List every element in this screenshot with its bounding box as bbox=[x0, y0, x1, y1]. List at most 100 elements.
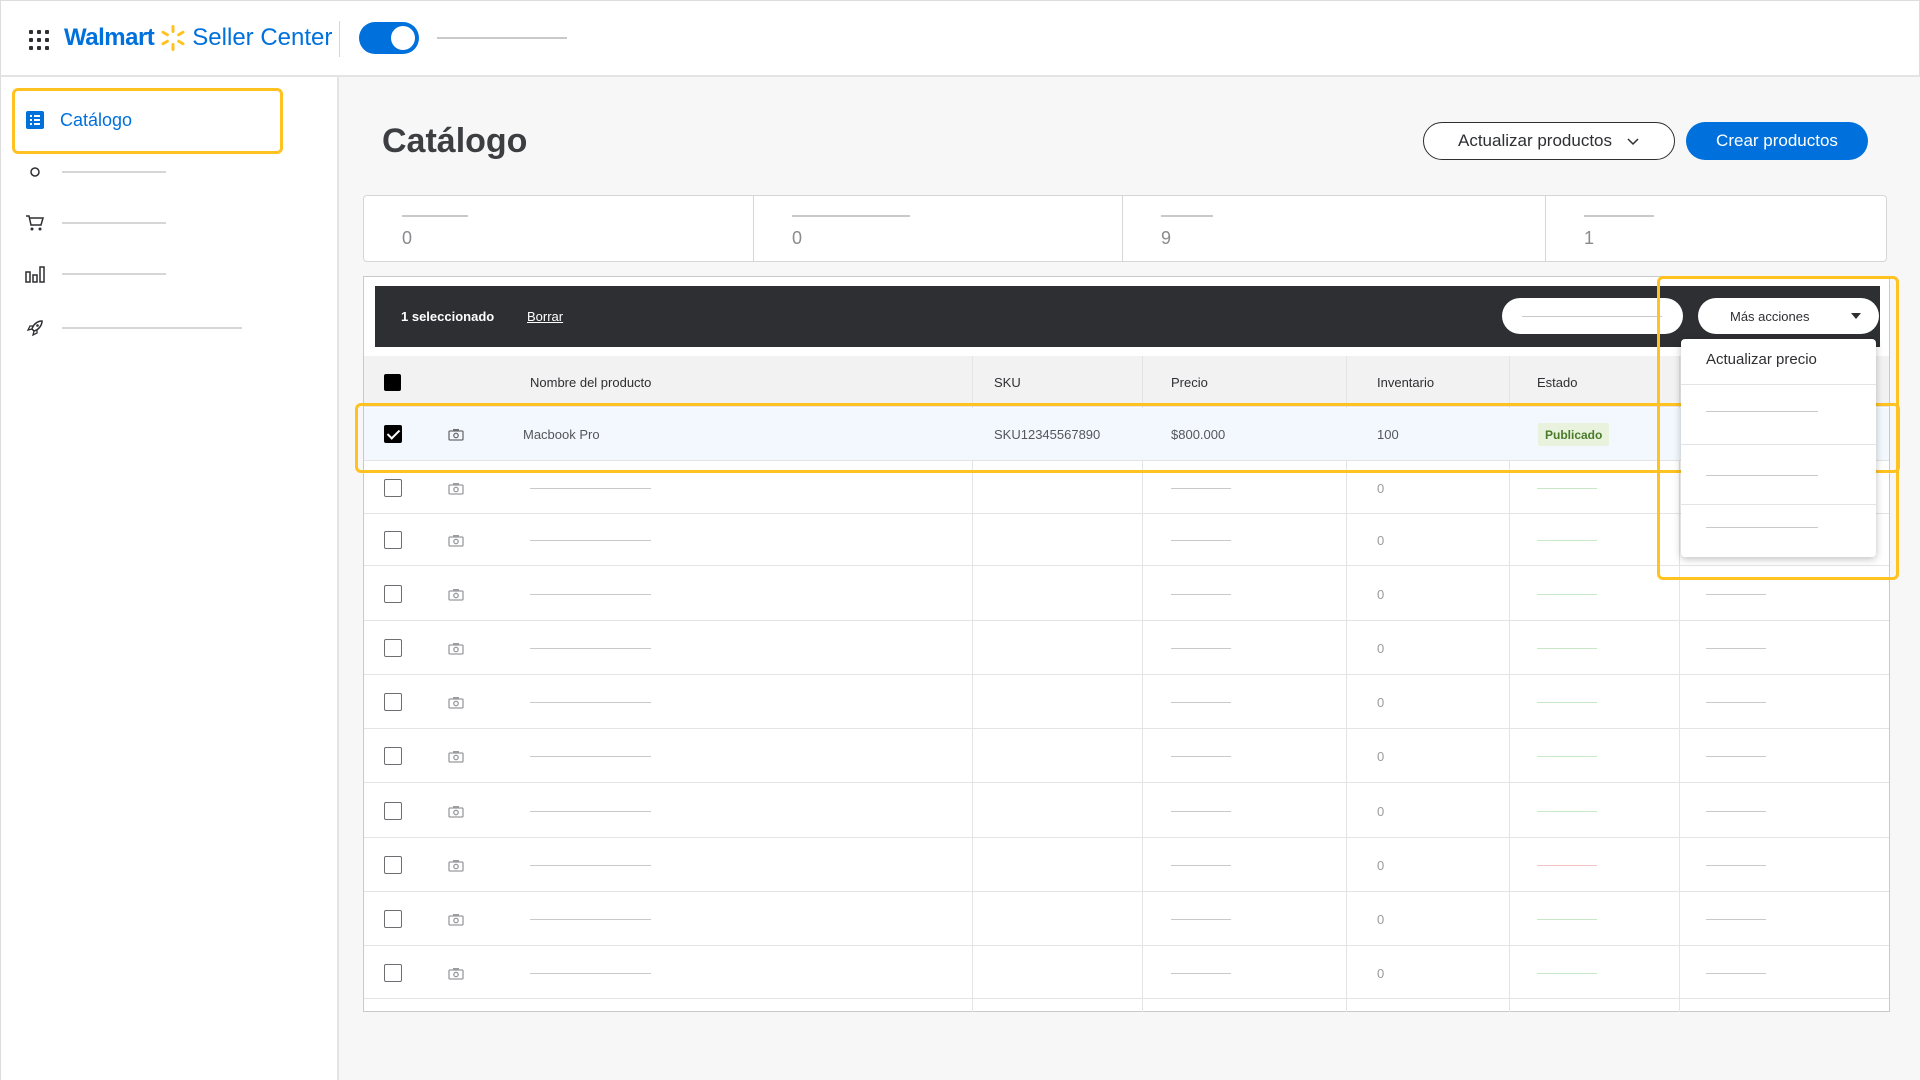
header-toggle[interactable] bbox=[359, 22, 419, 54]
camera-icon bbox=[448, 968, 464, 980]
update-products-button[interactable]: Actualizar productos bbox=[1423, 122, 1675, 160]
bulk-search-input[interactable] bbox=[1502, 298, 1683, 334]
stat-card[interactable]: 9 bbox=[1123, 196, 1546, 261]
dropdown-item[interactable] bbox=[1681, 445, 1876, 505]
dropdown-item-update-price[interactable]: Actualizar precio bbox=[1681, 339, 1876, 385]
bar-chart-icon bbox=[24, 263, 46, 285]
dropdown-item-placeholder bbox=[1706, 475, 1818, 476]
clear-selection-link[interactable]: Borrar bbox=[527, 309, 563, 324]
table-row[interactable]: 0 bbox=[364, 621, 1889, 675]
sidebar-item-catalogo[interactable]: Catálogo bbox=[24, 105, 132, 135]
price-placeholder bbox=[1171, 919, 1231, 920]
price-placeholder bbox=[1171, 811, 1231, 812]
table-row[interactable]: 0 bbox=[364, 514, 1889, 566]
apps-grid-icon[interactable] bbox=[29, 30, 49, 50]
table-row[interactable]: 0 bbox=[364, 461, 1889, 514]
dropdown-item[interactable] bbox=[1681, 505, 1876, 557]
more-actions-button[interactable]: Más acciones bbox=[1698, 298, 1879, 334]
sidebar-item-placeholder bbox=[62, 222, 166, 224]
row-checkbox[interactable] bbox=[384, 531, 402, 549]
sidebar-item-label: Catálogo bbox=[60, 109, 133, 130]
dropdown-item-label: Actualizar precio bbox=[1706, 351, 1817, 368]
camera-icon bbox=[448, 643, 464, 655]
page-title: Catálogo bbox=[382, 122, 528, 160]
status-placeholder bbox=[1537, 756, 1597, 757]
inventory-value: 0 bbox=[1377, 641, 1385, 656]
row-checkbox[interactable] bbox=[384, 693, 402, 711]
table-row[interactable]: 0 bbox=[364, 946, 1889, 999]
column-header-sku[interactable]: SKU bbox=[994, 375, 1021, 390]
action-placeholder bbox=[1706, 811, 1766, 812]
camera-icon bbox=[448, 483, 464, 495]
sidebar-item-4[interactable] bbox=[24, 313, 242, 343]
name-placeholder bbox=[530, 488, 651, 489]
stat-card[interactable]: 0 bbox=[364, 196, 754, 261]
stats-bar: 0 0 9 1 bbox=[363, 195, 1887, 262]
table-row[interactable]: 0 bbox=[364, 892, 1889, 946]
sidebar-item-1[interactable] bbox=[24, 157, 166, 187]
status-placeholder bbox=[1537, 648, 1597, 649]
sidebar-item-placeholder bbox=[62, 171, 166, 173]
status-placeholder bbox=[1537, 702, 1597, 703]
table-row[interactable]: 0 bbox=[364, 729, 1889, 783]
top-header: Walmart Seller Center bbox=[0, 0, 1920, 77]
table-row[interactable]: 0 bbox=[364, 783, 1889, 838]
price-placeholder bbox=[1171, 702, 1231, 703]
sidebar-item-3[interactable] bbox=[24, 259, 166, 289]
sidebar-item-2[interactable] bbox=[24, 208, 166, 238]
status-placeholder bbox=[1537, 540, 1597, 541]
action-placeholder bbox=[1706, 594, 1766, 595]
select-all-checkbox[interactable] bbox=[384, 374, 401, 391]
row-checkbox[interactable] bbox=[384, 425, 402, 443]
sidebar-item-placeholder bbox=[62, 327, 242, 329]
status-placeholder bbox=[1537, 594, 1597, 595]
row-checkbox[interactable] bbox=[384, 639, 402, 657]
sidebar-item-placeholder bbox=[62, 273, 166, 275]
table-header: Nombre del producto SKU Precio Inventari… bbox=[364, 356, 1889, 407]
dropdown-item[interactable] bbox=[1681, 385, 1876, 445]
column-header-price[interactable]: Precio bbox=[1171, 375, 1208, 390]
logo-seller-center-text: Seller Center bbox=[192, 24, 333, 51]
column-header-name[interactable]: Nombre del producto bbox=[530, 375, 651, 390]
column-header-inventory[interactable]: Inventario bbox=[1377, 375, 1434, 390]
row-checkbox[interactable] bbox=[384, 479, 402, 497]
stat-card[interactable]: 1 bbox=[1546, 196, 1886, 261]
column-header-status[interactable]: Estado bbox=[1537, 375, 1577, 390]
camera-icon bbox=[448, 751, 464, 763]
stat-label-placeholder bbox=[792, 215, 910, 217]
inventory-value: 0 bbox=[1377, 533, 1385, 548]
stat-label-placeholder bbox=[1584, 215, 1654, 217]
cart-icon bbox=[24, 212, 46, 234]
camera-icon bbox=[448, 535, 464, 547]
dropdown-item-placeholder bbox=[1706, 527, 1818, 528]
table-row[interactable]: 0 bbox=[364, 838, 1889, 892]
row-checkbox[interactable] bbox=[384, 747, 402, 765]
inventory-value: 0 bbox=[1377, 695, 1385, 710]
row-checkbox[interactable] bbox=[384, 856, 402, 874]
action-placeholder bbox=[1706, 648, 1766, 649]
name-placeholder bbox=[530, 594, 651, 595]
price-placeholder bbox=[1171, 648, 1231, 649]
header-divider bbox=[339, 21, 340, 57]
stat-card[interactable]: 0 bbox=[754, 196, 1123, 261]
table-row[interactable]: 0 bbox=[364, 675, 1889, 729]
name-placeholder bbox=[530, 973, 651, 974]
stat-value: 9 bbox=[1161, 228, 1172, 248]
table-row[interactable]: 0 bbox=[364, 566, 1889, 621]
row-checkbox[interactable] bbox=[384, 910, 402, 928]
bulk-action-bar: 1 seleccionado Borrar Más acciones bbox=[375, 286, 1880, 347]
row-checkbox[interactable] bbox=[384, 585, 402, 603]
row-checkbox[interactable] bbox=[384, 802, 402, 820]
stat-value: 0 bbox=[402, 228, 413, 248]
table-row-selected[interactable]: Macbook Pro SKU12345567890 $800.000 100 … bbox=[364, 408, 1889, 461]
selected-count: 1 seleccionado bbox=[401, 309, 495, 324]
product-name[interactable]: Macbook Pro bbox=[523, 427, 600, 442]
name-placeholder bbox=[530, 702, 651, 703]
walmart-seller-center-logo[interactable]: Walmart Seller Center bbox=[64, 21, 332, 55]
row-checkbox[interactable] bbox=[384, 964, 402, 982]
action-placeholder bbox=[1706, 702, 1766, 703]
status-placeholder bbox=[1537, 811, 1597, 812]
catalog-list-icon bbox=[24, 109, 46, 131]
chevron-down-icon bbox=[1627, 138, 1639, 146]
create-products-button[interactable]: Crear productos bbox=[1686, 122, 1868, 160]
